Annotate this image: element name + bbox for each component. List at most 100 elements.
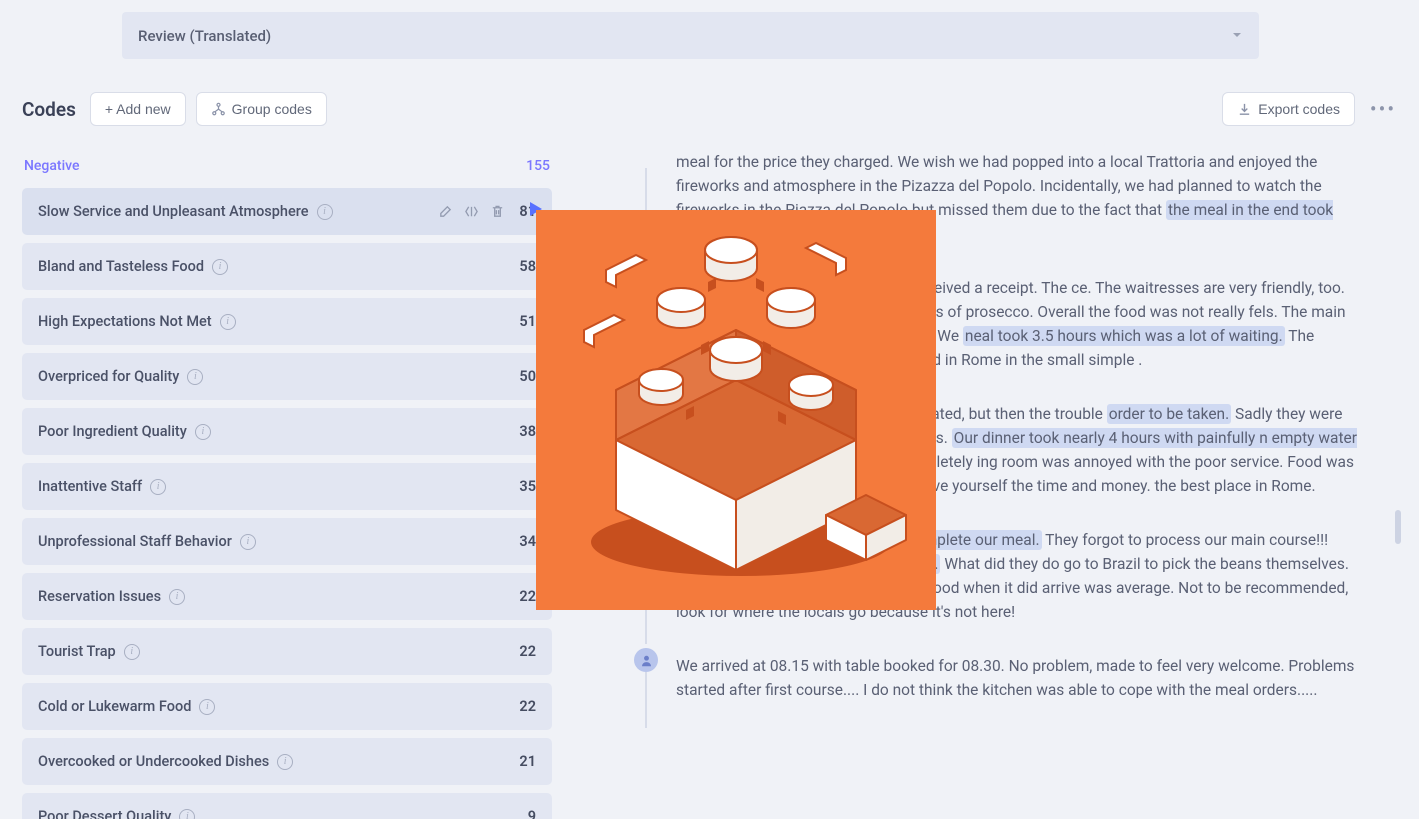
code-item-right: 81 (438, 203, 536, 220)
info-icon[interactable]: i (179, 809, 195, 819)
info-icon[interactable]: i (195, 424, 211, 440)
review-text-segment: We arrived at 08.15 with table booked fo… (676, 657, 1354, 699)
code-count: 38 (519, 423, 536, 440)
code-item-right: 22 (519, 588, 536, 605)
group-codes-label: Group codes (232, 101, 312, 117)
code-item-right: 22 (519, 698, 536, 715)
split-icon[interactable] (464, 204, 479, 219)
codes-header-right: Export codes ••• (1222, 92, 1397, 126)
code-item[interactable]: Poor Dessert Quality i 9 (22, 793, 552, 819)
code-name: Cold or Lukewarm Food (38, 698, 191, 715)
info-icon[interactable]: i (240, 534, 256, 550)
trash-icon[interactable] (490, 204, 505, 219)
code-item-right: 51 (519, 313, 536, 330)
code-name: Slow Service and Unpleasant Atmosphere (38, 203, 309, 220)
edit-icon[interactable] (438, 204, 453, 219)
export-codes-button[interactable]: Export codes (1222, 92, 1355, 126)
code-name-wrap: Overcooked or Undercooked Dishes i (38, 753, 293, 770)
group-codes-button[interactable]: Group codes (196, 92, 327, 126)
review-text-segment: They forgot to process our main course!!… (1042, 531, 1329, 549)
code-item-right: 35 (519, 478, 536, 495)
info-icon[interactable]: i (199, 699, 215, 715)
code-name-wrap: Poor Dessert Quality i (38, 808, 195, 819)
code-item[interactable]: Inattentive Staff i 35 (22, 463, 552, 510)
add-new-label: + Add new (105, 101, 171, 117)
code-count: 51 (519, 313, 536, 330)
code-name: High Expectations Not Met (38, 313, 212, 330)
review-field-selector[interactable]: Review (Translated) (122, 12, 1259, 59)
scrollbar-thumb[interactable] (1395, 510, 1401, 544)
info-icon[interactable]: i (124, 644, 140, 660)
code-name-wrap: Inattentive Staff i (38, 478, 166, 495)
promo-illustration (536, 210, 936, 610)
highlighted-text: neal took 3.5 hours which was a lot of w… (963, 326, 1285, 346)
code-count: 34 (519, 533, 536, 550)
code-name: Tourist Trap (38, 643, 116, 660)
review-field-selector-label: Review (Translated) (138, 27, 271, 45)
code-name-wrap: Poor Ingredient Qualityi (38, 423, 211, 440)
code-name: Inattentive Staff (38, 478, 142, 495)
code-item[interactable]: Unprofessional Staff Behaviori 34 (22, 518, 552, 565)
more-menu-button[interactable]: ••• (1369, 97, 1397, 121)
codes-header: Codes + Add new Group codes Export codes… (22, 86, 1397, 132)
download-icon (1237, 102, 1252, 117)
code-item-right: 34 (519, 533, 536, 550)
codes-container: Slow Service and Unpleasant Atmospherei … (22, 188, 552, 819)
info-icon[interactable]: i (169, 589, 185, 605)
user-icon (640, 654, 653, 667)
code-item[interactable]: Overcooked or Undercooked Dishes i 21 (22, 738, 552, 785)
isometric-box-illustration (536, 210, 936, 610)
code-name: Poor Dessert Quality (38, 808, 171, 819)
codes-header-left: Codes + Add new Group codes (22, 92, 327, 126)
code-name: Overcooked or Undercooked Dishes (38, 753, 269, 770)
code-item-right: 9 (528, 808, 536, 819)
code-item[interactable]: Cold or Lukewarm Food i 22 (22, 683, 552, 730)
hierarchy-icon (211, 102, 226, 117)
code-count: 35 (519, 478, 536, 495)
export-codes-label: Export codes (1258, 101, 1340, 117)
avatar (634, 648, 658, 672)
info-icon[interactable]: i (220, 314, 236, 330)
code-item[interactable]: Tourist Trap i 22 (22, 628, 552, 675)
code-count: 50 (519, 368, 536, 385)
add-new-button[interactable]: + Add new (90, 92, 186, 126)
code-count: 21 (519, 753, 536, 770)
category-count: 155 (526, 158, 550, 174)
code-item[interactable]: Bland and Tasteless Food i 58 (22, 243, 552, 290)
code-actions (438, 204, 505, 219)
info-icon[interactable]: i (277, 754, 293, 770)
code-name-wrap: Slow Service and Unpleasant Atmosphere i (38, 203, 333, 220)
code-name-wrap: Cold or Lukewarm Food i (38, 698, 215, 715)
code-item-right: 58 (519, 258, 536, 275)
code-name-wrap: Unprofessional Staff Behaviori (38, 533, 256, 550)
chevron-down-icon (1231, 26, 1243, 45)
category-name: Negative (24, 158, 80, 174)
info-icon[interactable]: i (317, 204, 333, 220)
code-item[interactable]: Slow Service and Unpleasant Atmospherei … (22, 188, 552, 235)
code-name-wrap: Bland and Tasteless Food i (38, 258, 228, 275)
code-item[interactable]: High Expectations Not Met i 51 (22, 298, 552, 345)
code-name-wrap: Reservation Issues i (38, 588, 185, 605)
code-name-wrap: High Expectations Not Met i (38, 313, 236, 330)
code-name-wrap: Overpriced for Quality i (38, 368, 203, 385)
code-name: Bland and Tasteless Food (38, 258, 204, 275)
info-icon[interactable]: i (187, 369, 203, 385)
code-item-right: 50 (519, 368, 536, 385)
code-item[interactable]: Poor Ingredient Qualityi 38 (22, 408, 552, 455)
highlighted-text: order to be taken. (1107, 404, 1231, 424)
category-header-negative[interactable]: Negative 155 (22, 148, 552, 188)
info-icon[interactable]: i (150, 479, 166, 495)
codes-list-panel: Negative 155 Slow Service and Unpleasant… (22, 148, 552, 819)
code-count: 22 (519, 643, 536, 660)
code-count: 22 (519, 588, 536, 605)
code-name-wrap: Tourist Trap i (38, 643, 140, 660)
code-count: 58 (519, 258, 536, 275)
code-count: 22 (519, 698, 536, 715)
code-name: Overpriced for Quality (38, 368, 179, 385)
code-item[interactable]: Reservation Issues i 22 (22, 573, 552, 620)
code-name: Reservation Issues (38, 588, 161, 605)
code-item[interactable]: Overpriced for Quality i 50 (22, 353, 552, 400)
code-item-right: 21 (519, 753, 536, 770)
info-icon[interactable]: i (212, 259, 228, 275)
code-item-right: 22 (519, 643, 536, 660)
